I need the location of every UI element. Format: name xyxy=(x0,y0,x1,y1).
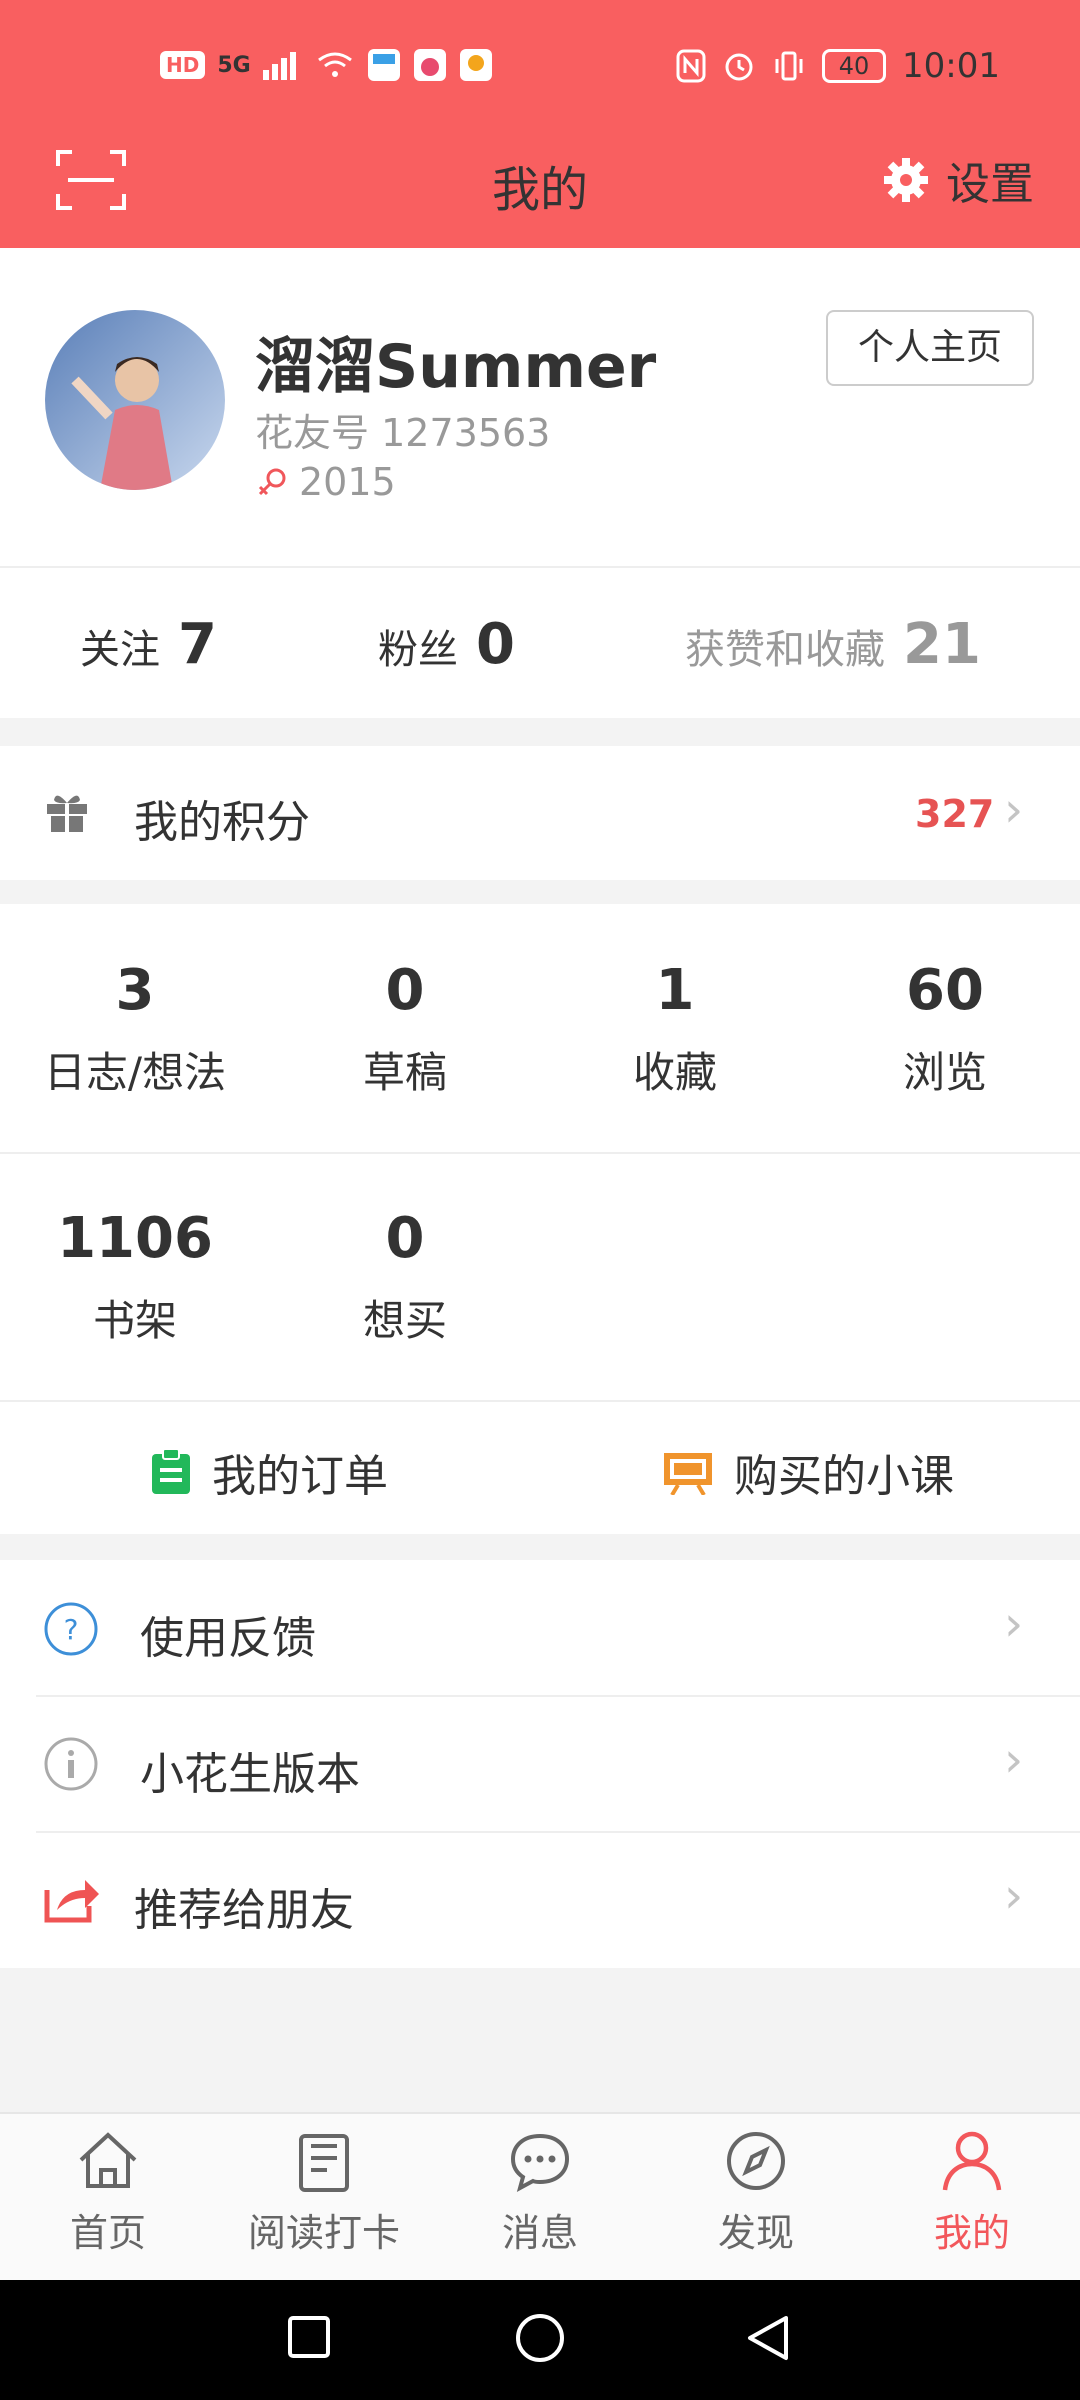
tab-discover[interactable]: 发现 xyxy=(648,2126,864,2257)
my-orders-label: 我的订单 xyxy=(212,1451,388,1502)
following-stat[interactable]: 关注 7 xyxy=(80,612,217,677)
tab-messages[interactable]: 消息 xyxy=(432,2126,648,2257)
home-icon xyxy=(79,2132,137,2188)
bookshelf-count: 1106 xyxy=(57,1206,213,1271)
network-type: 5G xyxy=(217,52,251,78)
drafts-label: 草稿 xyxy=(362,1048,447,1097)
bookshelf-label: 书架 xyxy=(92,1296,177,1345)
bookshelf-stat[interactable]: 1106 书架 xyxy=(0,1206,270,1348)
drafts-count: 0 xyxy=(385,958,425,1023)
tab-messages-label: 消息 xyxy=(501,2211,578,2255)
book-icon xyxy=(299,2134,349,2192)
favorites-label: 收藏 xyxy=(632,1048,717,1097)
purchased-courses-label: 购买的小课 xyxy=(734,1451,954,1502)
personal-homepage-button[interactable]: 个人主页 xyxy=(826,310,1034,386)
gear-icon xyxy=(884,158,928,202)
join-year: 2015 xyxy=(255,460,396,504)
likes-count: 21 xyxy=(903,612,981,677)
signal-icon xyxy=(262,52,296,80)
fans-count: 0 xyxy=(476,612,515,677)
uid-label: 花友号 xyxy=(255,411,370,455)
tab-reading-label: 阅读打卡 xyxy=(247,2211,400,2255)
chat-icon xyxy=(510,2133,570,2192)
info-icon xyxy=(44,1737,98,1791)
status-right: 40 10:01 xyxy=(676,46,1000,86)
points-value: 327 xyxy=(915,792,995,836)
tab-home-label: 首页 xyxy=(69,2211,146,2255)
vibrate-icon xyxy=(775,51,803,81)
svg-text:?: ? xyxy=(64,1613,79,1646)
journal-stat[interactable]: 3 日志/想法 xyxy=(0,958,270,1100)
back-nav-icon[interactable] xyxy=(744,2312,792,2364)
tab-mine-label: 我的 xyxy=(933,2211,1010,2255)
journal-label: 日志/想法 xyxy=(43,1048,227,1097)
tab-mine[interactable]: 我的 xyxy=(864,2126,1080,2257)
compass-icon xyxy=(727,2132,785,2190)
wishlist-label: 想买 xyxy=(362,1296,447,1345)
presentation-icon xyxy=(664,1453,712,1495)
journal-count: 3 xyxy=(115,958,155,1023)
likes-label: 获赞和收藏 xyxy=(685,627,885,673)
year-value: 2015 xyxy=(299,460,396,504)
user-id: 花友号 1273563 xyxy=(255,402,550,457)
tab-discover-label: 发现 xyxy=(717,2211,794,2255)
clipboard-icon xyxy=(152,1448,190,1494)
tab-home[interactable]: 首页 xyxy=(0,2126,216,2257)
views-stat[interactable]: 60 浏览 xyxy=(810,958,1080,1100)
version-label: 小花生版本 xyxy=(140,1749,360,1800)
battery-level: 40 xyxy=(822,49,887,83)
app-icon-3 xyxy=(459,49,492,81)
recommend-label: 推荐给朋友 xyxy=(134,1885,354,1936)
gift-icon xyxy=(47,795,87,832)
share-icon xyxy=(44,1880,99,1923)
avatar[interactable] xyxy=(45,310,225,490)
settings-button[interactable]: 设置 xyxy=(882,148,1034,212)
female-icon xyxy=(258,468,286,496)
username: 溜溜Summer xyxy=(255,332,657,402)
views-count: 60 xyxy=(906,958,984,1023)
wishlist-stat[interactable]: 0 想买 xyxy=(270,1206,540,1348)
views-label: 浏览 xyxy=(902,1048,987,1097)
wifi-icon xyxy=(317,52,352,77)
wishlist-count: 0 xyxy=(385,1206,425,1271)
app-icon-2 xyxy=(413,49,446,81)
chevron-right-icon: › xyxy=(1004,1868,1024,1924)
recent-apps-icon[interactable] xyxy=(286,2314,332,2360)
points-label: 我的积分 xyxy=(134,797,310,848)
alarm-icon xyxy=(725,53,753,81)
avatar-image xyxy=(45,310,225,490)
clock: 10:01 xyxy=(902,46,1000,86)
nfc-icon xyxy=(676,49,706,83)
home-nav-icon[interactable] xyxy=(514,2312,566,2364)
favorites-count: 1 xyxy=(655,958,695,1023)
app-icon-1 xyxy=(367,49,400,81)
following-label: 关注 xyxy=(80,627,160,673)
purchased-courses-button[interactable]: 购买的小课 xyxy=(662,1440,954,1504)
user-icon xyxy=(942,2131,1002,2191)
tab-reading[interactable]: 阅读打卡 xyxy=(216,2126,432,2257)
chevron-right-icon: › xyxy=(1004,1596,1024,1652)
drafts-stat[interactable]: 0 草稿 xyxy=(270,958,540,1100)
fans-stat[interactable]: 粉丝 0 xyxy=(378,612,515,677)
likes-stat[interactable]: 获赞和收藏 21 xyxy=(685,612,981,677)
following-count: 7 xyxy=(178,612,217,677)
chevron-right-icon: › xyxy=(1004,1732,1024,1788)
feedback-label: 使用反馈 xyxy=(140,1613,316,1664)
help-icon: ? xyxy=(44,1602,98,1656)
chevron-right-icon: › xyxy=(1004,782,1024,838)
fans-label: 粉丝 xyxy=(378,627,458,673)
status-left: HD 5G xyxy=(160,48,493,82)
hd-badge: HD xyxy=(160,51,206,79)
uid-value: 1273563 xyxy=(381,411,551,455)
my-orders-button[interactable]: 我的订单 xyxy=(150,1440,388,1504)
favorites-stat[interactable]: 1 收藏 xyxy=(540,958,810,1100)
settings-label: 设置 xyxy=(946,159,1034,210)
